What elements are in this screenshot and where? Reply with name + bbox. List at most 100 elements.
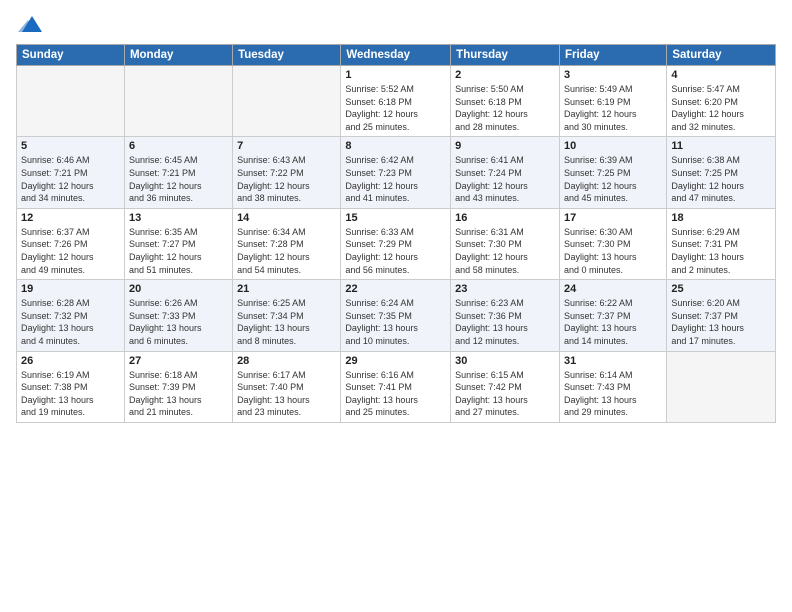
page-container: SundayMondayTuesdayWednesdayThursdayFrid… [0, 0, 792, 612]
calendar-cell: 20 Sunrise: 6:26 AM Sunset: 7:33 PM Dayli… [124, 280, 232, 351]
calendar-cell: 26 Sunrise: 6:19 AM Sunset: 7:38 PM Dayli… [17, 351, 125, 422]
calendar-cell: 30 Sunrise: 6:15 AM Sunset: 7:42 PM Dayli… [451, 351, 560, 422]
calendar-cell: 17 Sunrise: 6:30 AM Sunset: 7:30 PM Dayli… [559, 208, 666, 279]
calendar-cell [124, 66, 232, 137]
calendar-cell: 1Sunrise: 5:52 AM Sunset: 6:18 PM Daylig… [341, 66, 451, 137]
day-info: Sunrise: 6:15 AM Sunset: 7:42 PM Dayligh… [455, 369, 555, 419]
day-info: Sunrise: 5:49 AM Sunset: 6:19 PM Dayligh… [564, 83, 662, 133]
calendar-cell: 7 Sunrise: 6:43 AM Sunset: 7:22 PM Daylig… [233, 137, 341, 208]
weekday-header-monday: Monday [124, 45, 232, 66]
day-number: 19 [21, 283, 120, 295]
weekday-header-friday: Friday [559, 45, 666, 66]
calendar-cell: 22 Sunrise: 6:24 AM Sunset: 7:35 PM Dayli… [341, 280, 451, 351]
calendar-cell: 15 Sunrise: 6:33 AM Sunset: 7:29 PM Dayli… [341, 208, 451, 279]
day-number: 1 [345, 69, 446, 81]
day-info: Sunrise: 6:26 AM Sunset: 7:33 PM Dayligh… [129, 297, 228, 347]
day-number: 30 [455, 355, 555, 367]
calendar-cell: 13 Sunrise: 6:35 AM Sunset: 7:27 PM Dayli… [124, 208, 232, 279]
day-number: 7 [237, 140, 336, 152]
weekday-header-thursday: Thursday [451, 45, 560, 66]
day-number: 6 [129, 140, 228, 152]
logo [16, 12, 42, 36]
day-info: Sunrise: 6:16 AM Sunset: 7:41 PM Dayligh… [345, 369, 446, 419]
day-info: Sunrise: 6:17 AM Sunset: 7:40 PM Dayligh… [237, 369, 336, 419]
day-info: Sunrise: 6:39 AM Sunset: 7:25 PM Dayligh… [564, 154, 662, 204]
day-number: 2 [455, 69, 555, 81]
day-number: 9 [455, 140, 555, 152]
calendar-cell: 2Sunrise: 5:50 AM Sunset: 6:18 PM Daylig… [451, 66, 560, 137]
weekday-header-tuesday: Tuesday [233, 45, 341, 66]
day-number: 28 [237, 355, 336, 367]
calendar-cell: 12 Sunrise: 6:37 AM Sunset: 7:26 PM Dayli… [17, 208, 125, 279]
calendar-cell: 24 Sunrise: 6:22 AM Sunset: 7:37 PM Dayli… [559, 280, 666, 351]
calendar-week-row: 5 Sunrise: 6:46 AM Sunset: 7:21 PM Daylig… [17, 137, 776, 208]
day-info: Sunrise: 6:23 AM Sunset: 7:36 PM Dayligh… [455, 297, 555, 347]
day-number: 10 [564, 140, 662, 152]
day-number: 4 [671, 69, 771, 81]
day-info: Sunrise: 6:28 AM Sunset: 7:32 PM Dayligh… [21, 297, 120, 347]
calendar-cell: 28 Sunrise: 6:17 AM Sunset: 7:40 PM Dayli… [233, 351, 341, 422]
day-info: Sunrise: 6:19 AM Sunset: 7:38 PM Dayligh… [21, 369, 120, 419]
calendar-week-row: 12 Sunrise: 6:37 AM Sunset: 7:26 PM Dayli… [17, 208, 776, 279]
calendar-cell: 21 Sunrise: 6:25 AM Sunset: 7:34 PM Dayli… [233, 280, 341, 351]
day-info: Sunrise: 6:18 AM Sunset: 7:39 PM Dayligh… [129, 369, 228, 419]
day-info: Sunrise: 6:43 AM Sunset: 7:22 PM Dayligh… [237, 154, 336, 204]
calendar-cell: 3 Sunrise: 5:49 AM Sunset: 6:19 PM Daylig… [559, 66, 666, 137]
weekday-header-sunday: Sunday [17, 45, 125, 66]
calendar-cell: 10 Sunrise: 6:39 AM Sunset: 7:25 PM Dayli… [559, 137, 666, 208]
calendar-week-row: 1Sunrise: 5:52 AM Sunset: 6:18 PM Daylig… [17, 66, 776, 137]
day-info: Sunrise: 6:22 AM Sunset: 7:37 PM Dayligh… [564, 297, 662, 347]
calendar-cell: 8 Sunrise: 6:42 AM Sunset: 7:23 PM Daylig… [341, 137, 451, 208]
day-info: Sunrise: 6:29 AM Sunset: 7:31 PM Dayligh… [671, 226, 771, 276]
day-info: Sunrise: 6:25 AM Sunset: 7:34 PM Dayligh… [237, 297, 336, 347]
day-info: Sunrise: 6:30 AM Sunset: 7:30 PM Dayligh… [564, 226, 662, 276]
day-number: 8 [345, 140, 446, 152]
calendar-cell: 18 Sunrise: 6:29 AM Sunset: 7:31 PM Dayli… [667, 208, 776, 279]
day-number: 26 [21, 355, 120, 367]
day-number: 3 [564, 69, 662, 81]
calendar-cell: 11Sunrise: 6:38 AM Sunset: 7:25 PM Dayli… [667, 137, 776, 208]
day-number: 16 [455, 212, 555, 224]
day-info: Sunrise: 6:35 AM Sunset: 7:27 PM Dayligh… [129, 226, 228, 276]
day-number: 5 [21, 140, 120, 152]
day-number: 21 [237, 283, 336, 295]
page-header [16, 12, 776, 36]
day-info: Sunrise: 6:31 AM Sunset: 7:30 PM Dayligh… [455, 226, 555, 276]
calendar-cell: 9 Sunrise: 6:41 AM Sunset: 7:24 PM Daylig… [451, 137, 560, 208]
calendar-cell: 4Sunrise: 5:47 AM Sunset: 6:20 PM Daylig… [667, 66, 776, 137]
day-info: Sunrise: 6:41 AM Sunset: 7:24 PM Dayligh… [455, 154, 555, 204]
day-number: 22 [345, 283, 446, 295]
day-info: Sunrise: 6:38 AM Sunset: 7:25 PM Dayligh… [671, 154, 771, 204]
day-number: 15 [345, 212, 446, 224]
day-number: 12 [21, 212, 120, 224]
calendar-cell: 31Sunrise: 6:14 AM Sunset: 7:43 PM Dayli… [559, 351, 666, 422]
calendar-table: SundayMondayTuesdayWednesdayThursdayFrid… [16, 44, 776, 423]
day-number: 29 [345, 355, 446, 367]
day-info: Sunrise: 6:34 AM Sunset: 7:28 PM Dayligh… [237, 226, 336, 276]
day-number: 13 [129, 212, 228, 224]
calendar-cell: 29 Sunrise: 6:16 AM Sunset: 7:41 PM Dayli… [341, 351, 451, 422]
day-info: Sunrise: 6:45 AM Sunset: 7:21 PM Dayligh… [129, 154, 228, 204]
day-number: 20 [129, 283, 228, 295]
day-info: Sunrise: 6:46 AM Sunset: 7:21 PM Dayligh… [21, 154, 120, 204]
day-number: 17 [564, 212, 662, 224]
calendar-cell [17, 66, 125, 137]
logo-icon [18, 12, 42, 36]
day-info: Sunrise: 6:42 AM Sunset: 7:23 PM Dayligh… [345, 154, 446, 204]
day-info: Sunrise: 6:20 AM Sunset: 7:37 PM Dayligh… [671, 297, 771, 347]
calendar-week-row: 19 Sunrise: 6:28 AM Sunset: 7:32 PM Dayli… [17, 280, 776, 351]
calendar-cell: 14Sunrise: 6:34 AM Sunset: 7:28 PM Dayli… [233, 208, 341, 279]
weekday-header-saturday: Saturday [667, 45, 776, 66]
calendar-cell: 6 Sunrise: 6:45 AM Sunset: 7:21 PM Daylig… [124, 137, 232, 208]
day-info: Sunrise: 6:33 AM Sunset: 7:29 PM Dayligh… [345, 226, 446, 276]
day-info: Sunrise: 6:37 AM Sunset: 7:26 PM Dayligh… [21, 226, 120, 276]
day-number: 24 [564, 283, 662, 295]
calendar-cell [667, 351, 776, 422]
day-number: 27 [129, 355, 228, 367]
weekday-header-wednesday: Wednesday [341, 45, 451, 66]
day-number: 25 [671, 283, 771, 295]
day-info: Sunrise: 6:24 AM Sunset: 7:35 PM Dayligh… [345, 297, 446, 347]
day-number: 18 [671, 212, 771, 224]
calendar-header-row: SundayMondayTuesdayWednesdayThursdayFrid… [17, 45, 776, 66]
calendar-cell: 16 Sunrise: 6:31 AM Sunset: 7:30 PM Dayli… [451, 208, 560, 279]
